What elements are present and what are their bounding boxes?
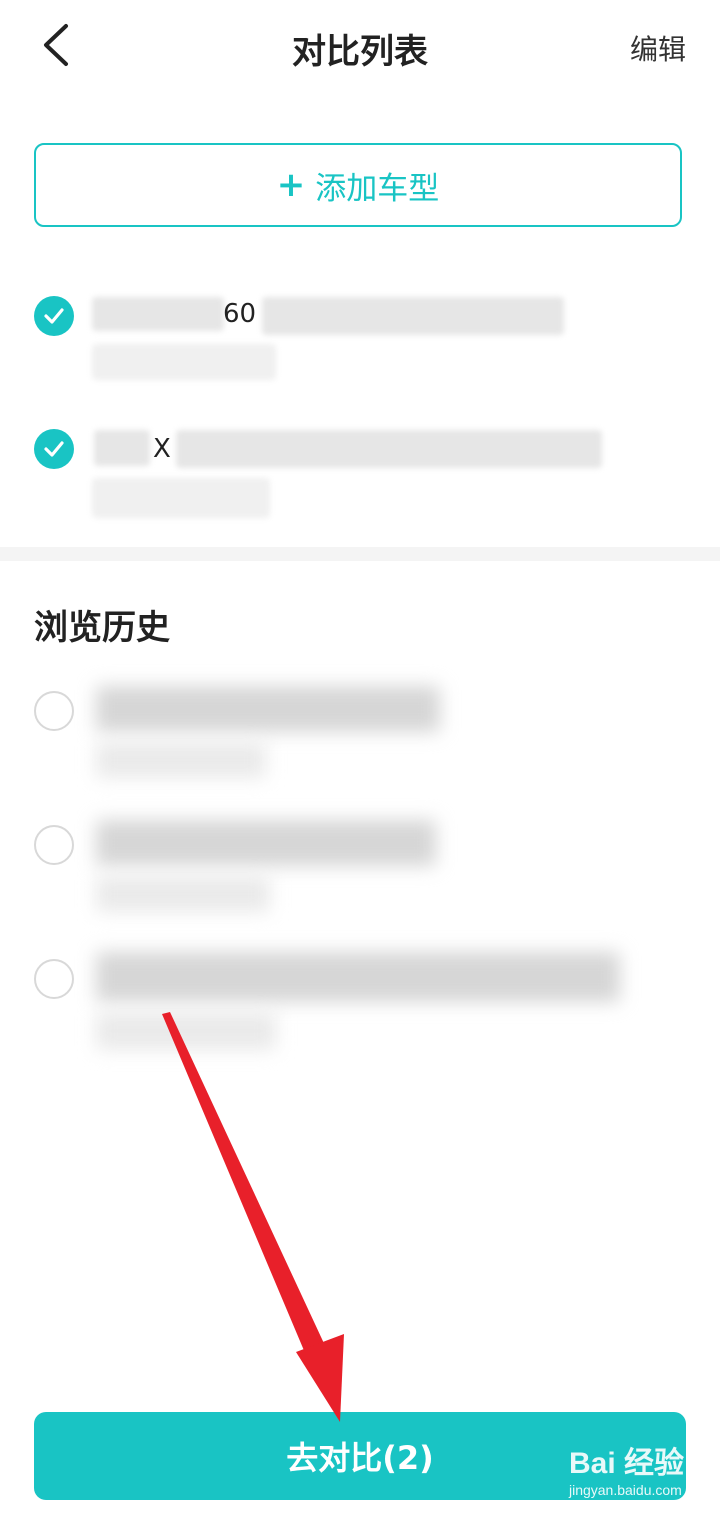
watermark-logo: Bai 经验 [568, 1447, 684, 1480]
compare-item-1-name-blurred-tail [262, 297, 564, 335]
section-divider [0, 547, 720, 561]
compare-item-2-name-blurred [94, 430, 150, 466]
annotation-arrow-icon [162, 1012, 344, 1422]
page-title: 对比列表 [292, 32, 428, 72]
checkmark-icon [44, 308, 64, 324]
watermark-url: jingyan.baidu.com [568, 1482, 682, 1498]
watermark: Bai 经验 jingyan.baidu.com [569, 1438, 684, 1498]
history-item-1-subtitle-blurred [96, 742, 266, 778]
history-item-2-name-blurred [96, 820, 436, 866]
history-item-2-subtitle-blurred [96, 876, 270, 912]
compare-item-2-name-blurred-tail [176, 430, 602, 468]
compare-item-1-name-fragment: 60 [223, 299, 257, 329]
compare-item-1-subtitle-blurred [92, 344, 276, 380]
compare-item-2-checkbox[interactable] [34, 429, 74, 469]
compare-item-2-name-fragment: X [153, 434, 171, 464]
history-item-2-checkbox[interactable] [34, 825, 74, 865]
compare-item-1-name-blurred [92, 297, 224, 331]
add-model-button[interactable]: + 添加车型 [34, 143, 682, 227]
plus-icon: + [276, 165, 306, 205]
compare-item-2-subtitle-blurred [92, 478, 270, 518]
history-title: 浏览历史 [34, 608, 170, 648]
add-model-label: 添加车型 [315, 170, 440, 207]
history-item-3-name-blurred [96, 952, 620, 1002]
history-item-3-checkbox[interactable] [34, 959, 74, 999]
compare-item-1-checkbox[interactable] [34, 296, 74, 336]
history-item-1-name-blurred [96, 686, 440, 732]
edit-button[interactable]: 编辑 [630, 28, 686, 68]
history-item-1-checkbox[interactable] [34, 691, 74, 731]
checkmark-icon [44, 441, 64, 457]
